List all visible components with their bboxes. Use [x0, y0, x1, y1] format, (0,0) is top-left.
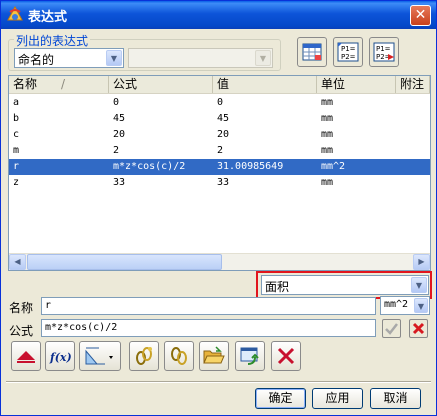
chevron-left-icon: ◀	[14, 257, 21, 266]
cell-formula: 45	[113, 113, 126, 124]
table-row-selected[interactable]: r m*z*cos(c)/2 31.00985649 mm^2	[9, 159, 430, 175]
cell-name: z	[13, 177, 20, 188]
cell-formula: m*z*cos(c)/2	[113, 161, 186, 172]
scroll-right-button[interactable]: ▶	[413, 254, 430, 270]
link-chain-icon	[136, 347, 152, 365]
listed-expressions-label: 列出的表达式	[14, 32, 91, 49]
cell-value: 31.00985649	[217, 161, 284, 172]
list-export-button[interactable]: P1= P2=	[369, 37, 399, 67]
cell-formula: 33	[113, 177, 126, 188]
svg-text:P1=: P1=	[376, 45, 391, 53]
cell-name: c	[13, 129, 20, 140]
measure-icon	[85, 347, 113, 365]
scrollbar-thumb[interactable]	[27, 254, 222, 270]
close-button[interactable]: ✕	[410, 5, 431, 26]
sort-indicator-icon: /	[61, 77, 66, 91]
refresh-icon	[240, 347, 259, 365]
cell-name: b	[13, 113, 20, 124]
formula-label: 公式	[9, 324, 34, 338]
chevron-right-icon: ▶	[418, 257, 425, 266]
expression-filter-value: 命名的	[18, 53, 55, 67]
name-label: 名称	[9, 301, 34, 315]
spreadsheet-icon	[302, 43, 322, 61]
unit-value: mm^2	[384, 299, 409, 310]
cell-unit: mm	[321, 113, 334, 124]
cell-name: a	[13, 97, 20, 108]
formula-input[interactable]: m*z*cos(c)/2	[41, 319, 376, 337]
app-icon	[7, 6, 23, 21]
svg-text:f(x): f(x)	[49, 351, 71, 364]
spreadsheet-button[interactable]	[297, 37, 327, 67]
reject-edit-button[interactable]	[409, 319, 428, 338]
list-export-icon: P1= P2=	[373, 42, 395, 62]
secondary-filter-select: ▼	[128, 48, 273, 68]
svg-text:P2=: P2=	[341, 53, 356, 61]
table-row[interactable]: c 20 20 mm	[9, 127, 430, 143]
list-to-text-button[interactable]: P1= P2=	[333, 37, 363, 67]
apply-button[interactable]: 应用	[312, 388, 363, 409]
column-header-name-label: 名称	[13, 77, 38, 91]
cancel-button[interactable]: 取消	[370, 388, 421, 409]
cell-formula: 2	[113, 145, 120, 156]
cell-value: 45	[217, 113, 230, 124]
cell-unit: mm	[321, 177, 334, 188]
svg-text:P1=: P1=	[341, 45, 356, 53]
expression-list-header: 名称 / 公式 值 单位 附注	[9, 76, 430, 94]
scroll-left-button[interactable]: ◀	[9, 254, 26, 270]
cell-value: 0	[217, 97, 224, 108]
table-row[interactable]: b 45 45 mm	[9, 111, 430, 127]
expression-list[interactable]: 名称 / 公式 值 单位 附注 a 0 0 mm b 45 45 mm c 20…	[8, 75, 431, 271]
collapse-button[interactable]	[11, 341, 41, 371]
relationship-icon	[171, 347, 187, 365]
cell-formula: 20	[113, 129, 126, 140]
table-row[interactable]: m 2 2 mm	[9, 143, 430, 159]
window-title: 表达式	[28, 10, 68, 25]
import-button[interactable]	[199, 341, 229, 371]
column-header-value[interactable]: 值	[213, 76, 317, 93]
function-icon: f(x)	[49, 351, 71, 364]
cell-value: 2	[217, 145, 224, 156]
cell-value: 33	[217, 177, 230, 188]
up-triangle-icon	[17, 351, 35, 363]
refresh-button[interactable]	[235, 341, 265, 371]
measure-dropdown-button[interactable]	[79, 341, 121, 371]
column-header-note[interactable]: 附注	[396, 76, 430, 93]
chevron-down-icon: ▼	[255, 50, 271, 66]
highlight-box	[256, 271, 432, 299]
divider	[6, 381, 431, 383]
delete-x-icon	[277, 347, 295, 365]
table-row[interactable]: z 33 33 mm	[9, 175, 430, 191]
function-button[interactable]: f(x)	[45, 341, 75, 371]
column-header-name[interactable]: 名称 /	[9, 76, 109, 93]
relationships-button[interactable]	[164, 341, 194, 371]
expression-filter-select[interactable]: 命名的 ▼	[14, 48, 124, 68]
cell-unit: mm	[321, 129, 334, 140]
cell-name: r	[13, 161, 20, 172]
delete-button[interactable]	[271, 341, 301, 371]
cell-formula: 0	[113, 97, 120, 108]
title-bar[interactable]: 表达式 ✕	[1, 1, 436, 29]
red-x-icon	[412, 322, 425, 335]
ok-button[interactable]: 确定	[255, 388, 306, 409]
table-row[interactable]: a 0 0 mm	[9, 95, 430, 111]
chevron-down-icon: ▼	[414, 298, 428, 313]
unit-select[interactable]: mm^2 ▼	[380, 296, 430, 315]
horizontal-scrollbar[interactable]: ◀ ▶	[9, 253, 430, 270]
cell-value: 20	[217, 129, 230, 140]
close-icon: ✕	[414, 7, 427, 23]
accept-edit-button[interactable]	[382, 319, 401, 338]
list-to-text-icon: P1= P2=	[337, 42, 359, 62]
chevron-down-icon: ▼	[106, 50, 122, 66]
link-expression-button[interactable]	[129, 341, 159, 371]
expressions-dialog: 表达式 ✕ 列出的表达式 命名的 ▼ ▼ P1= P2= P1= P2= 名称 …	[0, 0, 437, 416]
checkmark-icon	[385, 323, 398, 335]
open-folder-icon	[203, 346, 225, 364]
column-header-unit[interactable]: 单位	[317, 76, 396, 93]
cell-unit: mm	[321, 97, 334, 108]
cell-unit: mm	[321, 145, 334, 156]
name-input[interactable]: r	[41, 297, 376, 315]
column-header-formula[interactable]: 公式	[109, 76, 213, 93]
cell-unit: mm^2	[321, 161, 346, 172]
cell-name: m	[13, 145, 20, 156]
